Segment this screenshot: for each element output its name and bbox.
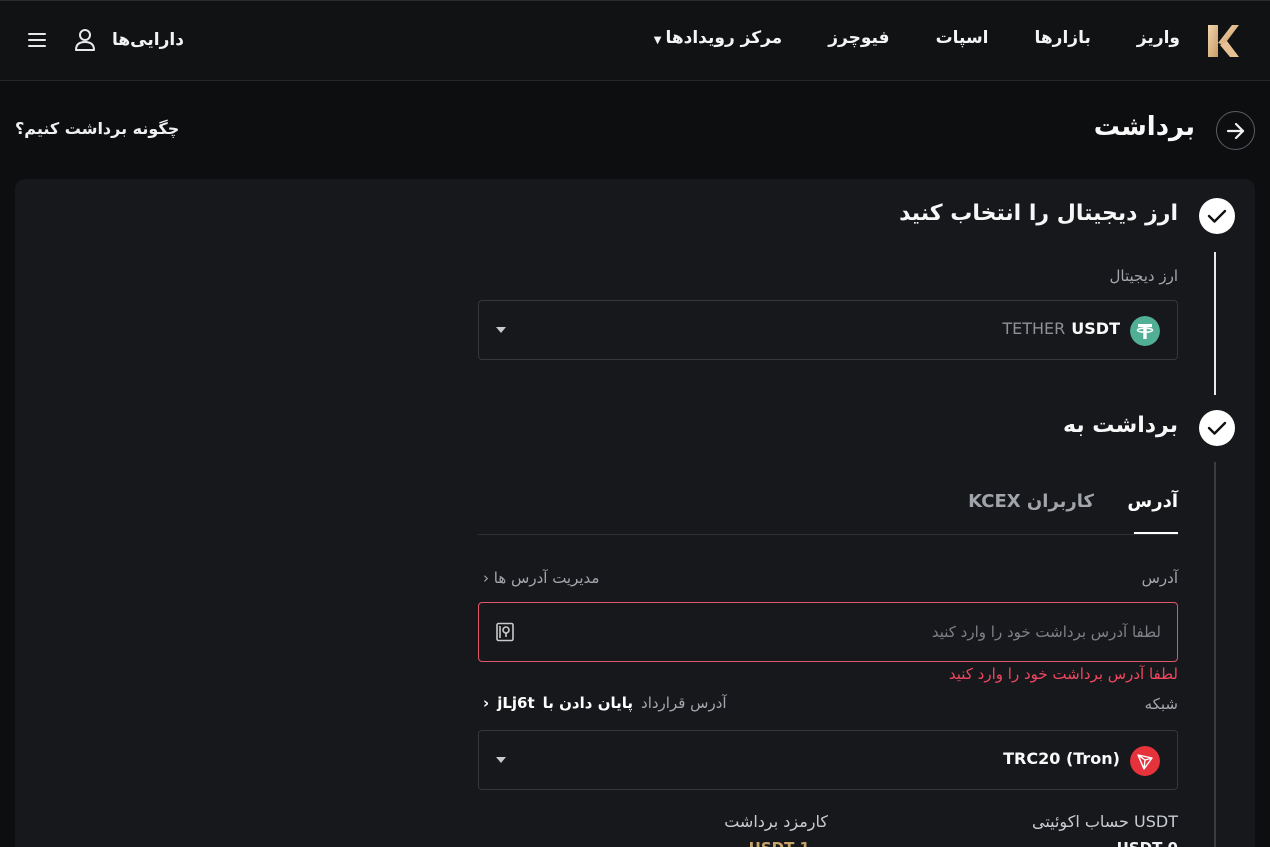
address-input[interactable] [541, 603, 1161, 661]
contract-address-link[interactable]: آدرس قرارداد پایان دادن با jLj6t ‹ [483, 694, 727, 712]
step1-title: ارز دیجیتال را انتخاب کنید [899, 201, 1178, 226]
equity-balance-value: USDT 0 [1117, 839, 1178, 847]
address-book-icon[interactable] [495, 622, 515, 642]
withdraw-fee-value: USDT 1 [749, 839, 810, 847]
nav-deposit[interactable]: واریز [1137, 28, 1180, 48]
nav-futures[interactable]: فیوچرز [828, 28, 889, 48]
address-input-box [478, 602, 1178, 662]
coin-label: USDT TETHER [1002, 319, 1120, 338]
tether-icon [1130, 316, 1160, 346]
manage-addresses-label: مدیریت آدرس ها [493, 569, 600, 587]
step1-check-icon [1199, 198, 1235, 234]
tab-kcex-users[interactable]: کاربران KCEX [968, 491, 1094, 512]
nav-events-label: مرکز رویدادها [665, 28, 783, 48]
chevron-down-icon [496, 327, 506, 333]
equity-balance-label: USDT حساب اکوئیتی [1031, 812, 1178, 831]
arrow-right-icon [1226, 122, 1244, 139]
withdraw-page: واریز بازارها اسپات فیوچرز مرکز رویدادها… [0, 0, 1270, 847]
page-title: برداشت [1093, 112, 1195, 142]
assets-link[interactable]: دارایی‌ها [112, 30, 184, 50]
network-value: TRC20 (Tron) [1003, 749, 1120, 768]
nav-spot[interactable]: اسپات [936, 28, 989, 48]
coin-symbol: USDT [1071, 319, 1120, 338]
nav-events[interactable]: مرکز رویدادها▼ [654, 28, 782, 48]
address-field-label: آدرس [1141, 569, 1178, 587]
manage-addresses-link[interactable]: مدیریت آدرس ها ‹ [483, 569, 599, 587]
hamburger-menu-icon[interactable] [28, 33, 46, 47]
kcex-logo-icon[interactable] [1206, 23, 1240, 59]
header-actions: دارایی‌ها [28, 28, 184, 52]
coin-select[interactable]: USDT TETHER [478, 300, 1178, 360]
network-select[interactable]: TRC20 (Tron) [478, 730, 1178, 790]
tabs-divider [478, 534, 1178, 535]
user-icon[interactable] [74, 28, 96, 52]
network-field-label: شبکه [1144, 695, 1178, 713]
nav-markets[interactable]: بازارها [1035, 28, 1091, 48]
caret-down-icon: ▼ [653, 35, 662, 46]
step2-title: برداشت به [1063, 413, 1178, 438]
step2-check-icon [1199, 410, 1235, 446]
address-error-message: لطفا آدرس برداشت خود را وارد کنید [948, 665, 1178, 683]
withdraw-fee-label: کارمزد برداشت [724, 812, 828, 831]
tron-icon [1130, 746, 1160, 776]
coin-name: TETHER [1002, 319, 1066, 338]
step-connector-2 [1214, 462, 1216, 847]
chevron-left-icon: ‹ [483, 694, 490, 712]
contract-label: آدرس قرارداد [641, 694, 727, 712]
step-connector [1214, 252, 1216, 395]
chevron-left-icon: ‹ [483, 569, 489, 587]
main-nav: واریز بازارها اسپات فیوچرز مرکز رویدادها… [608, 28, 1180, 48]
contract-suffix: jLj6t [497, 694, 535, 712]
active-tab-indicator [1134, 532, 1178, 534]
contract-ends-with: پایان دادن با [542, 694, 634, 712]
how-to-withdraw-link[interactable]: چگونه برداشت کنیم؟ [15, 119, 179, 138]
crypto-field-label: ارز دیجیتال [1109, 267, 1178, 285]
back-button[interactable] [1216, 111, 1255, 150]
tab-address[interactable]: آدرس [1127, 491, 1178, 512]
top-header: واریز بازارها اسپات فیوچرز مرکز رویدادها… [0, 0, 1270, 81]
chevron-down-icon [496, 757, 506, 763]
